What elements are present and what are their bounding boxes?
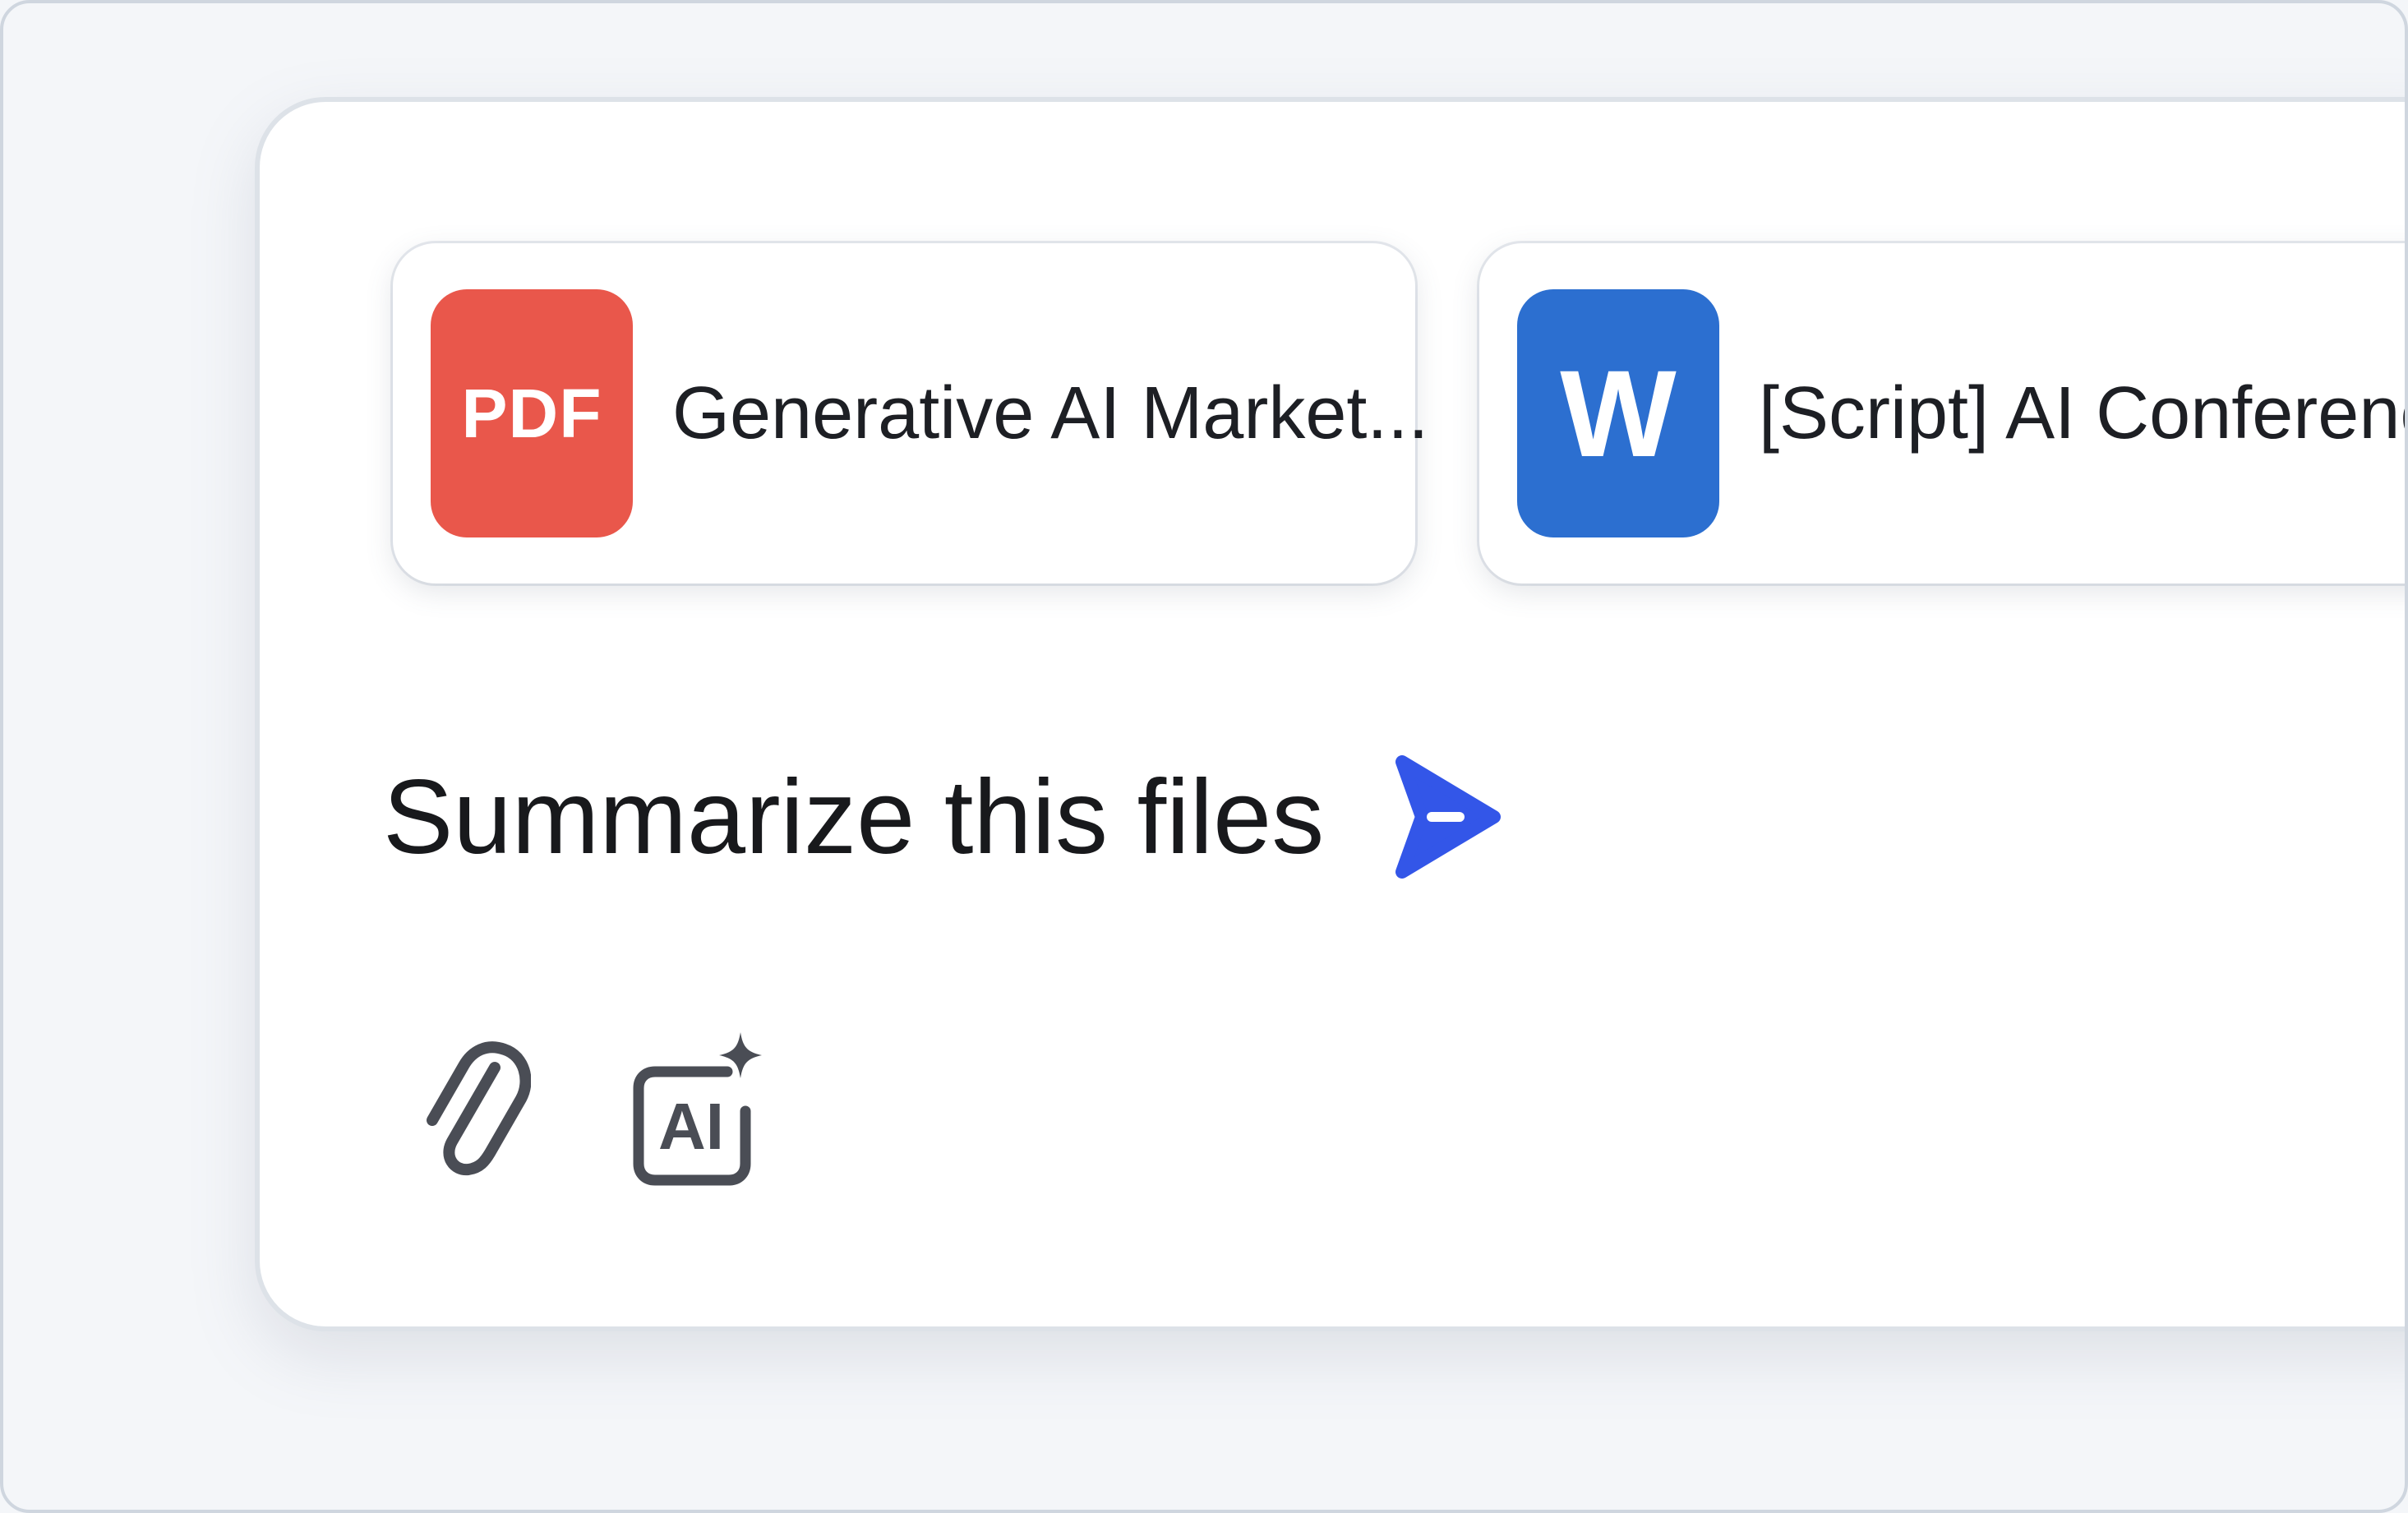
app-frame: PDF Generative AI Market... W [Script] A… — [0, 0, 2408, 1513]
ai-assist-button[interactable]: AI — [626, 1026, 774, 1190]
attachment-card-pdf[interactable]: PDF Generative AI Market... — [393, 243, 1428, 584]
prompt-input[interactable]: Summarize this files — [383, 757, 1324, 878]
send-icon — [1395, 755, 1502, 879]
attachment-name: Generative AI Market... — [672, 371, 1429, 454]
attach-button[interactable] — [399, 1026, 547, 1190]
ai-icon-label: AI — [658, 1090, 724, 1163]
word-file-icon: W — [1517, 289, 1719, 537]
pdf-file-icon: PDF — [431, 289, 633, 537]
attachment-name: [Script] AI Conference — [1759, 371, 2408, 454]
paperclip-icon — [427, 1041, 531, 1176]
chat-composer: PDF Generative AI Market... W [Script] A… — [255, 97, 2408, 1331]
ai-sparkle-icon: AI — [633, 1032, 762, 1186]
word-badge-label: W — [1560, 344, 1677, 482]
send-button[interactable] — [1390, 747, 1505, 887]
prompt-row: Summarize this files — [383, 735, 1505, 899]
composer-toolbar: AI — [399, 1017, 774, 1198]
attachment-card-word[interactable]: W [Script] AI Conference — [1479, 243, 2408, 584]
pdf-badge-label: PDF — [461, 374, 602, 452]
